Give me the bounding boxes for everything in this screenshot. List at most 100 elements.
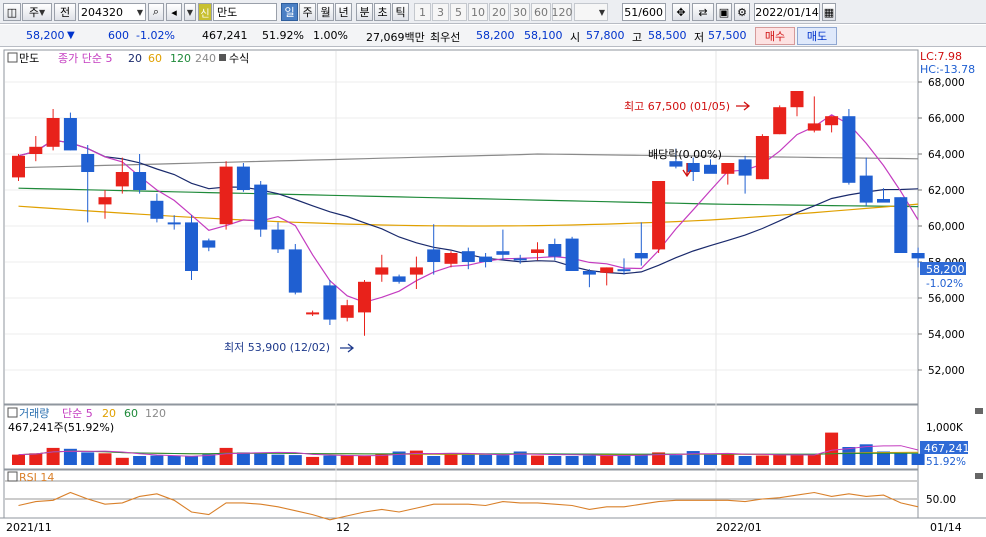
legend-stock-name: 만도 (19, 52, 39, 65)
volume-bar (600, 454, 614, 465)
legend-vol-ma120: 120 (145, 407, 166, 420)
buy-button[interactable]: 매수 (755, 27, 795, 45)
tab-minute[interactable]: 분 (356, 3, 373, 21)
preset-30[interactable]: 30 (510, 3, 530, 21)
preset-label: 5 (455, 5, 462, 19)
candle-body (219, 166, 233, 225)
price-change: 600 (108, 29, 129, 42)
volume-bar (548, 456, 562, 465)
candle-body (375, 267, 389, 275)
legend-volume: 거래량 (19, 407, 49, 420)
chevron-down-icon[interactable]: ▼ (184, 3, 196, 21)
quote-bar: 58,200 ▼ 600 -1.02% 467,241 51.92% 1.00%… (0, 25, 986, 47)
calendar-icon[interactable]: ▦ (822, 3, 836, 21)
down-arrow-icon: ▼ (67, 30, 75, 41)
formula-icon (219, 54, 226, 61)
tab-week-label: 주 (302, 6, 313, 19)
settings-icon[interactable]: ⚙ (734, 3, 750, 21)
legend-rsi: RSI 14 (19, 471, 54, 484)
preset-10[interactable]: 10 (468, 3, 488, 21)
volume-bar (46, 447, 60, 465)
high-price: 58,500 (648, 29, 687, 42)
tab-tick[interactable]: 틱 (392, 3, 409, 21)
volume-ratio: 51.92% (262, 29, 304, 42)
dividend-annotation: 배당락(0.00%) (648, 148, 722, 161)
volume-bar (167, 455, 181, 465)
candle-body (236, 166, 250, 190)
panel-menu-icon[interactable] (975, 408, 983, 414)
preset-20[interactable]: 20 (489, 3, 509, 21)
preset-3[interactable]: 3 (432, 3, 449, 21)
stock-chart[interactable]: 68,00066,00064,00062,00060,00058,00056,0… (0, 48, 986, 537)
volume-bar (790, 454, 804, 465)
save-icon[interactable]: ▣ (716, 3, 732, 21)
volume-bar (29, 453, 43, 465)
volume-bar (427, 456, 441, 465)
trade-amount: 27,069백만 (366, 31, 425, 44)
price-axis-tick: 60,000 (928, 221, 965, 233)
preset-label: 3 (437, 5, 444, 19)
volume-bar (721, 453, 735, 465)
volume-bar (358, 456, 371, 465)
tab-year[interactable]: 년 (335, 3, 352, 21)
code-input[interactable]: 204320 ▼ (78, 3, 146, 21)
open-label: 시 (570, 31, 581, 44)
tab-day[interactable]: 일 (281, 3, 298, 21)
candle-body (911, 253, 925, 259)
candle-body (600, 267, 614, 273)
high-annotation: 최고 67,500 (01/05) (624, 100, 730, 113)
preset-120[interactable]: 120 (552, 3, 573, 21)
tab-tick-label: 틱 (395, 6, 406, 19)
tab-week[interactable]: 주 (299, 3, 316, 21)
volume-bar (150, 455, 164, 465)
chart-menu-icon[interactable]: ◫ (3, 3, 21, 21)
legend-box-icon (7, 52, 18, 63)
credit-badge: 신 (198, 3, 212, 21)
volume-bar (115, 457, 129, 465)
preset-5[interactable]: 5 (450, 3, 467, 21)
count-value: 51/600 (624, 5, 663, 19)
stock-name: 만도 (217, 6, 238, 19)
volume-bar (219, 447, 233, 465)
tab-second[interactable]: 초 (374, 3, 391, 21)
period-label: 주 (28, 6, 39, 19)
volume-bar (409, 450, 423, 465)
search-icon[interactable]: ⌕ (148, 3, 164, 21)
low-annotation: 최저 53,900 (12/02) (224, 341, 330, 354)
volume-bar (133, 456, 147, 465)
preset-dropdown[interactable]: ▼ (574, 3, 608, 21)
candle-body (842, 116, 856, 183)
volume-bar (565, 456, 579, 465)
chart-tool-icon[interactable]: ✥ (672, 3, 690, 21)
candle-body (29, 146, 43, 154)
volume-bar (496, 455, 510, 465)
preset-label: 20 (492, 5, 506, 19)
period-select[interactable]: 주 ▼ (22, 3, 52, 21)
market-button[interactable]: 전 (54, 3, 76, 21)
price-axis-tick: 54,000 (928, 329, 965, 341)
volume-bar (773, 454, 787, 465)
compare-icon[interactable]: ⇄ (692, 3, 714, 21)
preset-1[interactable]: 1 (414, 3, 431, 21)
toolbar: ◫ 주 ▼ 전 204320 ▼ ⌕ ◂ ▼ 신 만도 일 주 월 년 분 초 틱 … (0, 0, 986, 24)
panel-menu-icon[interactable] (975, 473, 983, 479)
candle-body (859, 175, 873, 203)
sell-button[interactable]: 매도 (797, 27, 837, 45)
candle-body (704, 164, 717, 174)
date-field[interactable]: 2022/01/14 (754, 3, 820, 21)
speaker-icon[interactable]: ◂ (166, 3, 182, 21)
candle-body (150, 200, 164, 219)
candle-body (444, 253, 458, 264)
volume-bar (340, 455, 354, 465)
price-axis-tick: 66,000 (928, 113, 965, 125)
best-ask-label: 최우선 (430, 31, 461, 44)
volume-bar (634, 455, 648, 465)
candle-body (531, 249, 544, 253)
legend-box-icon (7, 407, 18, 418)
candle-body (254, 184, 268, 230)
candle-body (115, 172, 129, 187)
candle-body (63, 118, 77, 151)
preset-60[interactable]: 60 (531, 3, 551, 21)
legend-ma120: 120 (170, 52, 191, 65)
tab-month[interactable]: 월 (317, 3, 334, 21)
